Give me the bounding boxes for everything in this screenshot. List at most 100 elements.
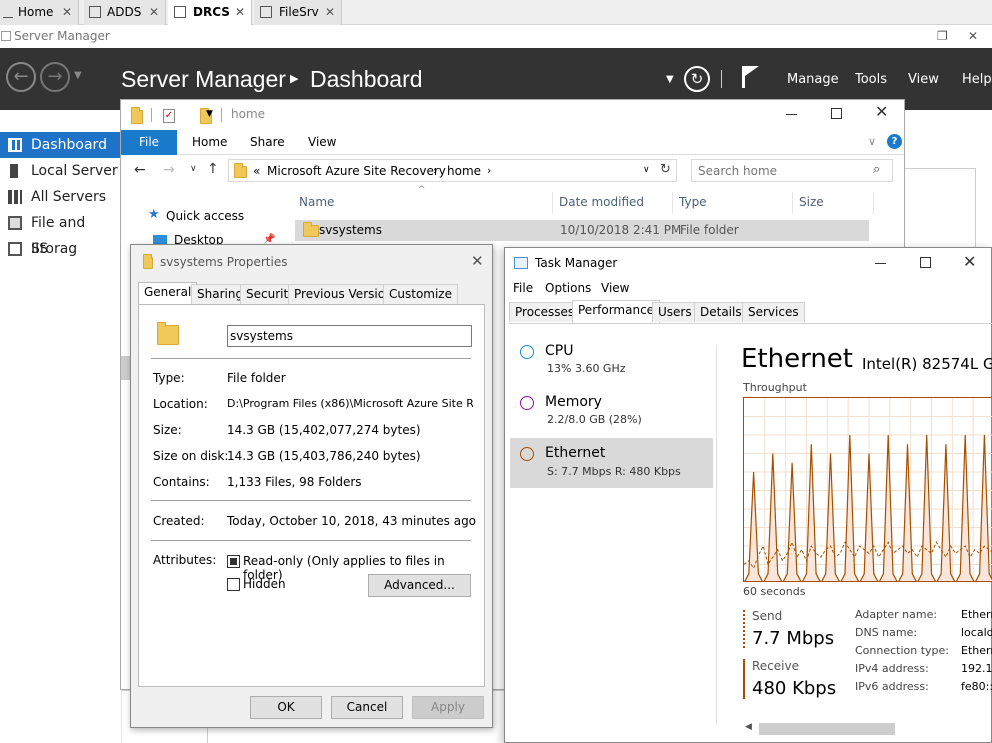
address-row: ← → ∨ ↑ « Microsoft Azure Site Recovery …: [121, 156, 904, 186]
chevron-right-icon[interactable]: ›: [433, 164, 437, 177]
cpu-indicator-icon: [520, 345, 534, 359]
menu-tools[interactable]: Tools: [855, 72, 887, 87]
properties-quick-icon[interactable]: ✓: [163, 109, 175, 123]
ribbon-tab-home[interactable]: Home: [192, 135, 227, 149]
back-arrow-icon[interactable]: ←: [134, 162, 146, 178]
tab-customize[interactable]: Customize: [383, 284, 458, 304]
help-icon[interactable]: ?: [887, 134, 902, 149]
chevron-down-icon[interactable]: ▼: [206, 109, 213, 119]
sidebar-item-file-storage[interactable]: File and Storag: [0, 210, 122, 257]
refresh-icon[interactable]: ↻: [684, 66, 710, 92]
column-size[interactable]: Size: [799, 195, 824, 209]
sidebar-item-dashboard[interactable]: Dashboard: [0, 132, 122, 158]
address-overflow[interactable]: «: [253, 164, 260, 178]
chevron-down-icon[interactable]: ∨: [190, 164, 197, 174]
ribbon-tab-view[interactable]: View: [308, 135, 336, 149]
search-input[interactable]: [698, 163, 868, 179]
column-type[interactable]: Type: [679, 195, 707, 209]
contains-value: 1,133 Files, 98 Folders: [227, 475, 362, 489]
location-label: Location:: [153, 397, 208, 411]
tab-details[interactable]: Details: [694, 302, 748, 322]
address-bar[interactable]: « Microsoft Azure Site Recovery › home ›…: [228, 159, 677, 182]
throughput-chart: [744, 398, 992, 581]
apply-button[interactable]: Apply: [412, 696, 484, 719]
chevron-right-icon[interactable]: ›: [487, 164, 491, 177]
host-tab-home[interactable]: Home ✕: [0, 0, 79, 25]
resource-item-cpu[interactable]: CPU 13% 3.60 GHz: [510, 336, 713, 384]
graph-span-label: 60 seconds: [743, 585, 806, 598]
chevron-down-icon[interactable]: ▼: [74, 70, 82, 81]
column-date-modified[interactable]: Date modified: [559, 195, 644, 209]
horizontal-scrollbar-thumb[interactable]: [759, 723, 895, 735]
server-manager-titlebar: Server Manager ❐ ✕: [0, 25, 992, 48]
tab-services[interactable]: Services: [742, 302, 805, 322]
hidden-checkbox[interactable]: [227, 578, 240, 591]
table-row[interactable]: svsystems 10/10/2018 2:41 PM File folder: [295, 220, 869, 241]
menu-manage[interactable]: Manage: [787, 72, 839, 87]
address-crumb[interactable]: home: [447, 164, 481, 178]
forward-arrow-icon[interactable]: →: [40, 62, 70, 92]
menu-view[interactable]: View: [601, 281, 629, 295]
up-arrow-icon[interactable]: ↑: [207, 161, 219, 177]
notifications-flag-icon-cloth: [745, 66, 759, 76]
computer-icon: [260, 6, 272, 18]
sidebar-item-iis[interactable]: IIS: [0, 236, 122, 262]
resource-item-memory[interactable]: Memory 2.2/8.0 GB (28%): [510, 387, 713, 435]
close-icon[interactable]: ✕: [471, 252, 484, 270]
close-icon[interactable]: ✕: [235, 0, 245, 24]
folder-icon: [234, 163, 247, 178]
chevron-down-icon[interactable]: ∨: [868, 135, 876, 148]
readonly-checkbox[interactable]: [227, 555, 240, 568]
search-icon[interactable]: ⌕: [873, 162, 880, 177]
search-box[interactable]: ⌕: [691, 159, 893, 182]
row-date: 10/10/2018 2:41 PM: [560, 223, 682, 237]
tab-performance[interactable]: Performance: [572, 300, 661, 323]
cancel-button[interactable]: Cancel: [331, 696, 403, 719]
ribbon-tab-file[interactable]: File: [121, 130, 177, 155]
chevron-down-icon[interactable]: ∨: [643, 165, 650, 175]
minimize-icon[interactable]: [875, 263, 886, 264]
tab-users[interactable]: Users: [652, 302, 698, 322]
scroll-left-icon[interactable]: ◀: [745, 722, 752, 732]
sidebar-item-local-server[interactable]: Local Server: [0, 158, 122, 184]
tab-general[interactable]: General: [138, 282, 198, 304]
close-icon[interactable]: ✕: [62, 0, 72, 24]
tab-processes[interactable]: Processes: [509, 302, 581, 322]
host-tab-drcs[interactable]: DRCS ✕: [168, 0, 252, 25]
close-icon[interactable]: ✕: [875, 102, 888, 121]
size-on-disk-value: 14.3 GB (15,403,786,240 bytes): [227, 449, 421, 463]
column-name[interactable]: Name: [299, 195, 334, 209]
menu-view[interactable]: View: [908, 72, 939, 87]
ribbon-tab-share[interactable]: Share: [250, 135, 285, 149]
forward-arrow-icon[interactable]: →: [163, 162, 175, 178]
ok-button[interactable]: OK: [250, 696, 322, 719]
refresh-icon[interactable]: ↻: [660, 162, 671, 177]
close-icon[interactable]: ✕: [968, 25, 978, 48]
close-icon[interactable]: ✕: [149, 0, 159, 24]
page-title: Dashboard: [310, 66, 423, 92]
address-crumb[interactable]: Microsoft Azure Site Recovery: [267, 164, 446, 178]
host-tab-adds[interactable]: ADDS ✕: [84, 0, 166, 25]
advanced-button[interactable]: Advanced...: [368, 574, 471, 597]
resource-item-ethernet[interactable]: Ethernet S: 7.7 Mbps R: 480 Kbps: [510, 438, 713, 488]
computer-icon: [174, 6, 186, 18]
host-tab-label: FileSrv: [279, 5, 319, 19]
maximize-icon[interactable]: [920, 257, 931, 268]
chevron-down-icon[interactable]: ▼: [666, 74, 674, 85]
restore-icon[interactable]: ❐: [937, 25, 948, 48]
menu-options[interactable]: Options: [545, 281, 591, 295]
minimize-icon[interactable]: [786, 114, 797, 115]
folder-name-field[interactable]: [227, 325, 472, 347]
host-tab-filesrv[interactable]: FileSrv ✕: [254, 0, 342, 25]
menu-help[interactable]: Help: [962, 72, 992, 87]
resource-name: Memory: [545, 394, 602, 410]
close-icon[interactable]: ✕: [963, 252, 976, 271]
close-icon[interactable]: ✕: [325, 0, 335, 24]
maximize-icon[interactable]: [831, 108, 842, 119]
nav-quick-access[interactable]: Quick access: [166, 209, 244, 223]
detail-label: IPv4 address:: [855, 662, 929, 675]
back-arrow-icon[interactable]: ←: [6, 62, 36, 92]
menu-file[interactable]: File: [513, 281, 533, 295]
divider: [151, 540, 471, 541]
sidebar-item-all-servers[interactable]: All Servers: [0, 184, 122, 210]
